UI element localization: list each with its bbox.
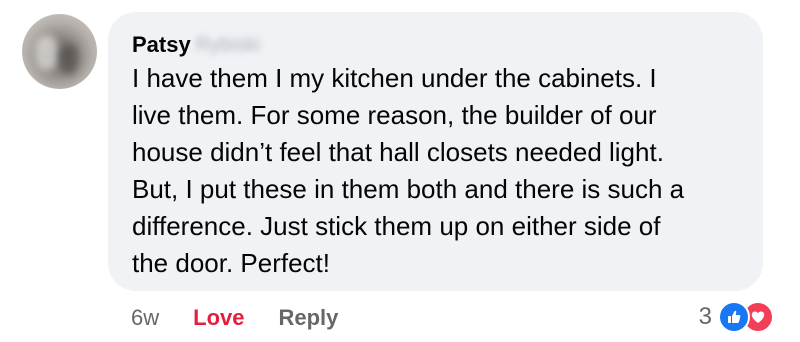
- author-row: Patsy Rybiski: [132, 30, 260, 60]
- author-surname-redacted[interactable]: Rybiski: [196, 34, 260, 57]
- author-name[interactable]: Patsy: [132, 32, 191, 58]
- like-icon: [718, 301, 750, 333]
- comment-actions: 6w Love Reply: [131, 302, 338, 334]
- timestamp[interactable]: 6w: [131, 305, 159, 331]
- reaction-count: 3: [698, 303, 712, 330]
- avatar-photo-detail: [60, 44, 78, 74]
- love-button[interactable]: Love: [193, 305, 244, 331]
- comment-bubble: Patsy Rybiski I have them I my kitchen u…: [108, 12, 763, 291]
- avatar[interactable]: [22, 14, 97, 89]
- comment-text: I have them I my kitchen under the cabin…: [132, 63, 685, 278]
- reaction-summary[interactable]: 3: [699, 300, 774, 334]
- comment: Patsy Rybiski I have them I my kitchen u…: [0, 0, 800, 342]
- reply-button[interactable]: Reply: [278, 305, 338, 331]
- avatar-photo-detail: [36, 36, 58, 70]
